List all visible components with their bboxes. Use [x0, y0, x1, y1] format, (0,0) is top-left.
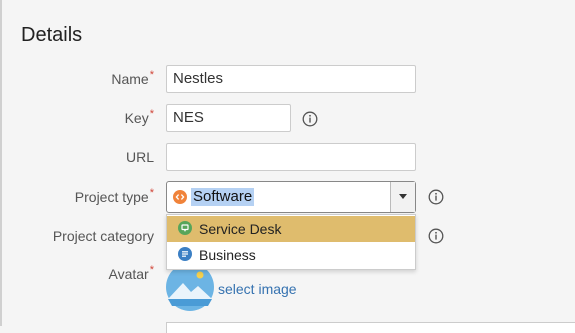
business-icon	[178, 247, 192, 261]
software-type-icon	[173, 190, 187, 204]
avatar-image[interactable]	[166, 263, 214, 311]
url-input[interactable]	[166, 143, 416, 171]
required-marker: *	[149, 69, 154, 81]
project-type-select[interactable]: Software	[166, 181, 416, 213]
info-icon[interactable]	[428, 228, 444, 244]
url-label: URL	[125, 149, 154, 165]
required-marker: *	[149, 108, 154, 120]
dropdown-option-service-desk[interactable]: Service Desk	[167, 216, 415, 242]
section-title: Details	[21, 24, 83, 46]
dropdown-option-business[interactable]: Business	[167, 242, 415, 268]
project-type-dropdown: Service Desk Business	[166, 214, 416, 270]
project-type-label: Project type*	[74, 187, 154, 205]
project-type-value: Software	[191, 188, 255, 206]
select-image-link[interactable]: select image	[218, 281, 297, 297]
left-border	[0, 0, 2, 326]
dropdown-toggle[interactable]	[390, 182, 415, 212]
option-label: Service Desk	[199, 221, 282, 237]
required-marker: *	[149, 264, 154, 276]
avatar-label: Avatar*	[108, 264, 155, 282]
key-label: Key*	[124, 108, 154, 126]
info-icon[interactable]	[428, 189, 444, 205]
info-icon[interactable]	[302, 111, 318, 127]
name-label: Name*	[111, 69, 154, 87]
project-category-label: Project category	[52, 228, 154, 244]
option-label: Business	[199, 247, 256, 263]
key-input[interactable]: NES	[166, 104, 291, 132]
required-marker: *	[149, 187, 154, 199]
name-input[interactable]: Nestles	[166, 65, 416, 93]
chevron-down-icon	[399, 194, 407, 199]
service-desk-icon	[178, 221, 192, 235]
next-field-edge	[166, 322, 575, 333]
